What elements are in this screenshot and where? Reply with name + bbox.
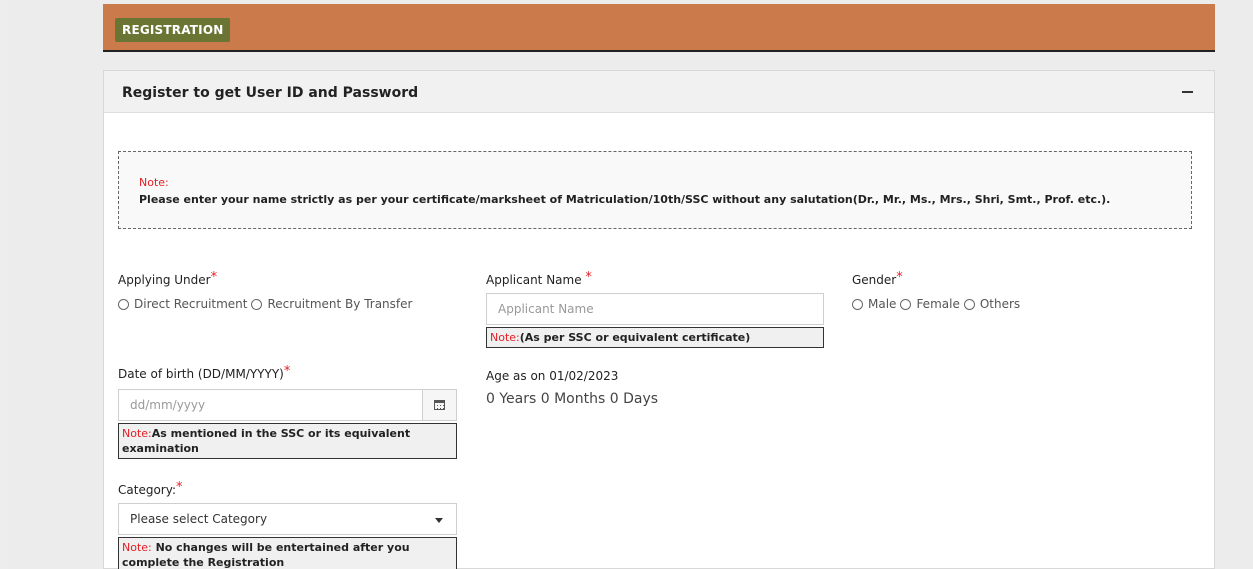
calendar-icon	[434, 400, 445, 410]
registration-panel: Register to get User ID and Password Not…	[103, 70, 1215, 569]
radio-circle[interactable]	[963, 298, 975, 310]
note-box: Note: Please enter your name strictly as…	[118, 151, 1192, 229]
radio-circle[interactable]	[900, 298, 912, 310]
applicant-name-label-text: Applicant Name	[486, 273, 586, 287]
applying-under-label: Applying Under*	[118, 270, 218, 288]
radio-direct-recruitment[interactable]: Direct Recruitment	[118, 297, 247, 311]
applying-under-label-text: Applying Under	[118, 273, 211, 287]
dob-hint: Note:As mentioned in the SSC or its equi…	[118, 423, 457, 459]
applying-under-radios: Direct Recruitment Recruitment By Transf…	[118, 297, 416, 311]
gender-label: Gender*	[852, 270, 903, 288]
page: REGISTRATION Register to get User ID and…	[8, 0, 1253, 569]
collapse-icon[interactable]	[1180, 82, 1196, 100]
category-select[interactable]: Please select Category	[118, 503, 457, 535]
gender-radios: Male Female Others	[852, 297, 1024, 311]
radio-label: Recruitment By Transfer	[267, 297, 413, 311]
hint-note-label: Note:	[490, 331, 520, 344]
category-label-text: Category:	[118, 483, 176, 497]
note-text: Please enter your name strictly as per y…	[139, 193, 1111, 206]
gender-label-text: Gender	[852, 273, 897, 287]
applicant-name-label: Applicant Name *	[486, 270, 592, 288]
radio-male[interactable]: Male	[852, 297, 896, 311]
panel-header[interactable]: Register to get User ID and Password	[104, 71, 1214, 113]
radio-label: Male	[868, 297, 897, 311]
header-bar: REGISTRATION	[103, 4, 1215, 52]
hint-note-label: Note:	[122, 541, 152, 554]
radio-label: Female	[916, 297, 960, 311]
radio-circle[interactable]	[118, 298, 129, 310]
dob-input[interactable]	[118, 389, 423, 421]
radio-recruitment-by-transfer[interactable]: Recruitment By Transfer	[251, 297, 412, 311]
applicant-name-hint: Note:(As per SSC or equivalent certifica…	[486, 327, 824, 348]
applicant-name-input[interactable]	[486, 293, 824, 325]
required-mark: *	[175, 480, 183, 495]
radio-label: Direct Recruitment	[134, 297, 248, 311]
hint-text: No changes will be entertained after you…	[122, 541, 410, 569]
radio-label: Others	[979, 297, 1021, 311]
radio-female[interactable]: Female	[900, 297, 960, 311]
age-value: 0 Years 0 Months 0 Days	[486, 391, 659, 407]
panel-title: Register to get User ID and Password	[122, 85, 419, 101]
required-mark: *	[210, 270, 218, 285]
category-selected-value: Please select Category	[130, 512, 268, 526]
hint-text: As mentioned in the SSC or its equivalen…	[122, 427, 411, 455]
radio-circle[interactable]	[251, 298, 263, 310]
registration-badge: REGISTRATION	[115, 18, 231, 42]
radio-others[interactable]: Others	[963, 297, 1021, 311]
category-hint: Note: No changes will be entertained aft…	[118, 537, 457, 569]
hint-text: (As per SSC or equivalent certificate)	[519, 331, 751, 344]
chevron-down-icon	[435, 518, 443, 523]
age-label: Age as on 01/02/2023	[486, 369, 619, 383]
radio-circle[interactable]	[852, 298, 863, 310]
category-label: Category:*	[118, 480, 183, 498]
dob-label-text: Date of birth (DD/MM/YYYY)	[118, 367, 284, 381]
required-mark: *	[585, 270, 592, 285]
required-mark: *	[896, 270, 903, 285]
hint-note-label: Note:	[122, 427, 152, 440]
calendar-button[interactable]	[423, 389, 457, 421]
dob-label: Date of birth (DD/MM/YYYY)*	[118, 364, 291, 382]
note-label: Note:	[139, 176, 169, 189]
required-mark: *	[283, 364, 291, 379]
